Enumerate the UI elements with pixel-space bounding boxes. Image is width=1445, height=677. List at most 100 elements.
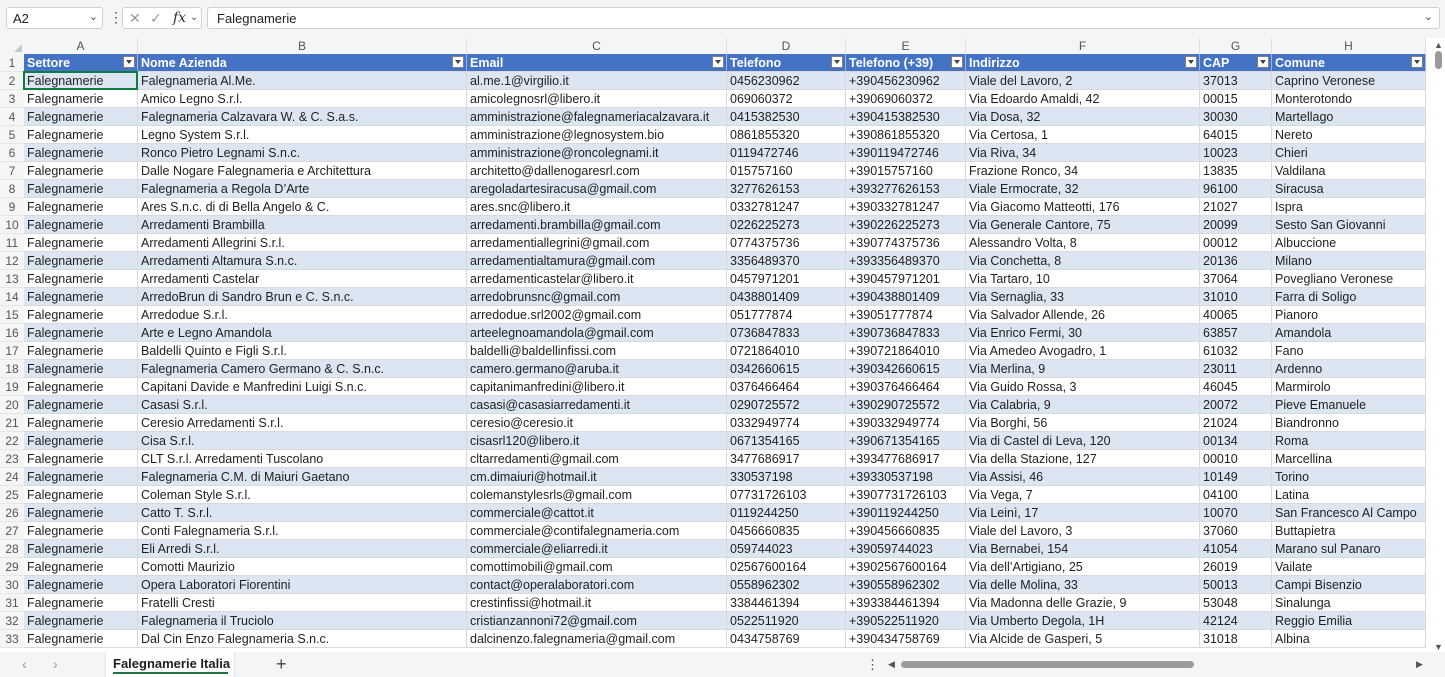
row-header[interactable]: 14 — [0, 288, 24, 306]
fx-chevron-icon[interactable]: ⌄ — [190, 12, 198, 23]
table-cell[interactable]: Marano sul Panaro — [1272, 540, 1426, 558]
table-cell[interactable]: 31018 — [1200, 630, 1272, 648]
table-cell[interactable]: 10149 — [1200, 468, 1272, 486]
table-cell[interactable]: Via dell’Artigiano, 25 — [966, 558, 1200, 576]
table-cell[interactable]: Baldelli Quinto e Figli S.r.l. — [138, 342, 467, 360]
table-cell[interactable]: 3477686917 — [727, 450, 846, 468]
column-header-d[interactable]: D — [727, 38, 846, 54]
table-cell[interactable]: Amandola — [1272, 324, 1426, 342]
table-cell[interactable]: Siracusa — [1272, 180, 1426, 198]
table-cell[interactable]: Torino — [1272, 468, 1426, 486]
table-cell[interactable]: +390774375736 — [846, 234, 966, 252]
table-cell[interactable]: Monterotondo — [1272, 90, 1426, 108]
table-cell[interactable]: architetto@dallenogaresrl.com — [467, 162, 727, 180]
table-cell[interactable]: Arredamenti Altamura S.n.c. — [138, 252, 467, 270]
table-cell[interactable]: 31010 — [1200, 288, 1272, 306]
table-cell[interactable]: cristianzannoni72@gmail.com — [467, 612, 727, 630]
table-cell[interactable]: arredobrunsnc@gmail.com — [467, 288, 727, 306]
table-cell[interactable]: Alessandro Volta, 8 — [966, 234, 1200, 252]
table-cell[interactable]: Via Conchetta, 8 — [966, 252, 1200, 270]
table-cell[interactable]: +390558962302 — [846, 576, 966, 594]
table-cell[interactable]: +393477686917 — [846, 450, 966, 468]
table-cell[interactable]: Via Borghi, 56 — [966, 414, 1200, 432]
row-header[interactable]: 31 — [0, 594, 24, 612]
table-cell[interactable]: 00012 — [1200, 234, 1272, 252]
table-cell[interactable]: Eli Arredi S.r.l. — [138, 540, 467, 558]
table-cell[interactable]: +390861855320 — [846, 126, 966, 144]
table-cell[interactable]: 0456660835 — [727, 522, 846, 540]
table-cell[interactable]: 0226225273 — [727, 216, 846, 234]
table-cell[interactable]: Falegnamerie — [24, 558, 138, 576]
table-cell[interactable]: 41054 — [1200, 540, 1272, 558]
table-cell[interactable]: commerciale@contifalegnameria.com — [467, 522, 727, 540]
table-header-cell[interactable]: Indirizzo — [966, 54, 1200, 72]
table-cell[interactable]: +39059744023 — [846, 540, 966, 558]
row-header[interactable]: 24 — [0, 468, 24, 486]
table-cell[interactable]: amministrazione@falegnameriacalzavara.it — [467, 108, 727, 126]
table-cell[interactable]: amministrazione@legnosystem.bio — [467, 126, 727, 144]
table-cell[interactable]: Dalle Nogare Falegnameria e Architettura — [138, 162, 467, 180]
table-cell[interactable]: Via Merlina, 9 — [966, 360, 1200, 378]
table-cell[interactable]: Falegnamerie — [24, 342, 138, 360]
table-cell[interactable]: +390290725572 — [846, 396, 966, 414]
table-cell[interactable]: Arte e Legno Amandola — [138, 324, 467, 342]
horizontal-scroll-thumb[interactable] — [901, 661, 1194, 668]
table-cell[interactable]: Legno System S.r.l. — [138, 126, 467, 144]
table-cell[interactable]: +393356489370 — [846, 252, 966, 270]
table-cell[interactable]: contact@operalaboratori.com — [467, 576, 727, 594]
filter-dropdown-icon[interactable] — [123, 56, 135, 68]
table-header-cell[interactable]: CAP — [1200, 54, 1272, 72]
table-cell[interactable]: capitanimanfredini@libero.it — [467, 378, 727, 396]
table-cell[interactable]: 0119472746 — [727, 144, 846, 162]
row-header[interactable]: 15 — [0, 306, 24, 324]
table-cell[interactable]: Falegnamerie — [24, 306, 138, 324]
table-header-cell[interactable]: Settore — [24, 54, 138, 72]
table-cell[interactable]: 0721864010 — [727, 342, 846, 360]
table-cell[interactable]: 3356489370 — [727, 252, 846, 270]
add-sheet-icon[interactable]: + — [276, 654, 287, 675]
table-cell[interactable]: 0290725572 — [727, 396, 846, 414]
table-cell[interactable]: Falegnamerie — [24, 360, 138, 378]
spreadsheet-grid[interactable]: A B C D E F G H 1 2 3 4 5 6 7 8 9 10 11 12 13 14 15 16 17 18 19 20 2… — [0, 38, 1432, 652]
table-cell[interactable]: +390119472746 — [846, 144, 966, 162]
table-cell[interactable]: Falegnamerie — [24, 378, 138, 396]
column-header-g[interactable]: G — [1200, 38, 1272, 54]
select-all-corner[interactable] — [0, 38, 24, 54]
formula-input[interactable]: Falegnamerie ⌄ — [207, 7, 1440, 29]
table-cell[interactable]: amicolegnosrl@libero.it — [467, 90, 727, 108]
table-cell[interactable]: baldelli@baldellinfissi.com — [467, 342, 727, 360]
table-cell[interactable]: Falegnamerie — [24, 432, 138, 450]
table-cell[interactable]: Ispra — [1272, 198, 1426, 216]
table-cell[interactable]: 0332781247 — [727, 198, 846, 216]
table-cell[interactable]: 23011 — [1200, 360, 1272, 378]
table-cell[interactable]: 53048 — [1200, 594, 1272, 612]
table-cell[interactable]: Falegnameria Camero Germano & C. S.n.c. — [138, 360, 467, 378]
row-header[interactable]: 7 — [0, 162, 24, 180]
table-cell[interactable]: Falegnamerie — [24, 108, 138, 126]
table-cell[interactable]: Arredodue S.r.l. — [138, 306, 467, 324]
table-cell[interactable]: arteelegnoamandola@gmail.com — [467, 324, 727, 342]
table-cell[interactable]: Falegnamerie — [24, 324, 138, 342]
row-header[interactable]: 25 — [0, 486, 24, 504]
table-cell[interactable]: +390438801409 — [846, 288, 966, 306]
table-cell[interactable]: Via di Castel di Leva, 120 — [966, 432, 1200, 450]
table-header-cell[interactable]: Nome Azienda — [138, 54, 467, 72]
table-header-cell[interactable]: Telefono — [727, 54, 846, 72]
table-cell[interactable]: 0457971201 — [727, 270, 846, 288]
column-header-c[interactable]: C — [467, 38, 727, 54]
table-cell[interactable]: 0119244250 — [727, 504, 846, 522]
table-header-cell[interactable]: Email — [467, 54, 727, 72]
table-cell[interactable]: dalcinenzo.falegnameria@gmail.com — [467, 630, 727, 648]
table-cell[interactable]: Viale del Lavoro, 2 — [966, 72, 1200, 90]
table-cell[interactable]: Farra di Soligo — [1272, 288, 1426, 306]
table-cell[interactable]: +390456230962 — [846, 72, 966, 90]
table-cell[interactable]: 02567600164 — [727, 558, 846, 576]
table-cell[interactable]: 37064 — [1200, 270, 1272, 288]
table-cell[interactable]: Arredamenti Castelar — [138, 270, 467, 288]
table-cell[interactable]: Via della Stazione, 127 — [966, 450, 1200, 468]
table-cell[interactable]: 26019 — [1200, 558, 1272, 576]
prev-sheet-icon[interactable]: ‹ — [22, 656, 27, 672]
filter-dropdown-icon[interactable] — [712, 56, 724, 68]
table-cell[interactable]: 069060372 — [727, 90, 846, 108]
table-cell[interactable]: 50013 — [1200, 576, 1272, 594]
